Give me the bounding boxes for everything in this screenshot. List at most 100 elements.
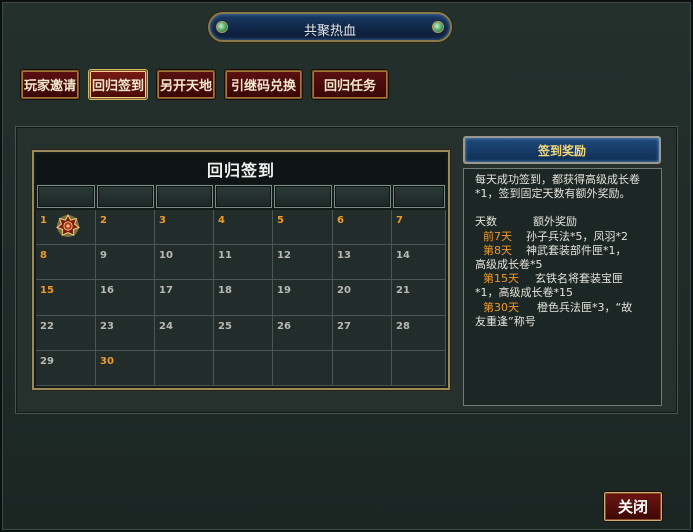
- reward-item: 橙色兵法匣*3，“故: [537, 300, 633, 314]
- calendar-day-number: 11: [218, 250, 232, 261]
- calendar-day-cell[interactable]: 21: [392, 280, 446, 316]
- calendar-weekday-header: [274, 185, 332, 208]
- calendar-day-cell[interactable]: 12: [273, 245, 333, 280]
- calendar-day-cell[interactable]: 7: [392, 210, 446, 245]
- calendar-empty-cell: [214, 351, 273, 386]
- calendar-day-number: 4: [218, 215, 225, 226]
- reward-day: 前7天: [483, 229, 512, 243]
- reward-item: 玄铁名将套装宝匣: [535, 272, 623, 286]
- calendar-day-number: 14: [396, 250, 410, 261]
- reward-day: 第8天: [483, 243, 512, 257]
- tab-return-signin[interactable]: 回归签到: [89, 70, 147, 99]
- reward-item: 神武套装部件匣*1，: [526, 243, 627, 257]
- reward-item: 高级成长卷*5: [475, 258, 543, 272]
- calendar-weekday-header: [156, 185, 213, 208]
- calendar-day-cell[interactable]: 16: [96, 280, 155, 316]
- calendar-day-number: 1: [40, 215, 47, 226]
- calendar-day-number: 24: [159, 321, 173, 332]
- calendar-day-cell[interactable]: 23: [96, 316, 155, 351]
- calendar-day-number: 8: [40, 250, 47, 261]
- calendar-empty-cell: [392, 351, 446, 386]
- reward-day: 第15天: [483, 272, 519, 286]
- calendar-day-cell[interactable]: 25: [214, 316, 273, 351]
- window-title: 共聚热血: [303, 24, 356, 39]
- reward-description: 每天成功签到，都获得高级成长卷*1，签到固定天数有额外奖励。 天数 额外奖励 前7…: [463, 168, 662, 406]
- calendar-day-number: 9: [100, 250, 107, 261]
- calendar-day-number: 15: [40, 285, 54, 296]
- gem-icon: [432, 21, 444, 33]
- calendar-day-number: 22: [40, 321, 54, 332]
- calendar-day-number: 2: [100, 215, 107, 226]
- calendar-weekday-header: [393, 185, 445, 208]
- calendar-day-number: 19: [277, 285, 291, 296]
- calendar-day-cell[interactable]: 19: [273, 280, 333, 316]
- calendar-day-cell[interactable]: 29: [36, 351, 96, 386]
- calendar-day-cell[interactable]: 27: [333, 316, 392, 351]
- calendar-day-number: 30: [100, 356, 114, 367]
- reward-day: 第30天: [483, 300, 519, 314]
- calendar-day-number: 17: [159, 285, 173, 296]
- calendar-day-cell[interactable]: 24: [155, 316, 214, 351]
- calendar-day-number: 29: [40, 356, 54, 367]
- calendar-day-number: 21: [396, 285, 410, 296]
- calendar-day-number: 26: [277, 321, 291, 332]
- calendar-day-cell[interactable]: 15: [36, 280, 96, 316]
- calendar-day-cell[interactable]: 8: [36, 245, 96, 280]
- reward-col-extra: 额外奖励: [533, 215, 577, 229]
- calendar-weekday-header: [215, 185, 272, 208]
- calendar-weekday-header: [334, 185, 391, 208]
- calendar-day-cell[interactable]: 5: [273, 210, 333, 245]
- calendar-day-number: 28: [396, 321, 410, 332]
- close-button[interactable]: 关闭: [604, 492, 662, 521]
- calendar-day-cell[interactable]: 9: [96, 245, 155, 280]
- calendar-day-number: 16: [100, 285, 114, 296]
- reward-item: 孙子兵法*5，凤羽*2: [526, 229, 628, 243]
- calendar-grid: 1 2 3 4 5 6 7 8 9 10 11 12 13 14 15 16 17 18 19 20 21 22 23 24 2…: [36, 210, 446, 386]
- calendar-day-number: 23: [100, 321, 114, 332]
- calendar-day-cell[interactable]: 2: [96, 210, 155, 245]
- reward-header: 签到奖励: [463, 136, 661, 164]
- calendar-day-cell[interactable]: 10: [155, 245, 214, 280]
- calendar-day-number: 10: [159, 250, 173, 261]
- calendar-day-cell[interactable]: 4: [214, 210, 273, 245]
- calendar-day-cell[interactable]: 30: [96, 351, 155, 386]
- calendar-weekday-headers: [36, 185, 446, 208]
- calendar-day-number: 13: [337, 250, 351, 261]
- tab-inherit-code-redeem[interactable]: 引继码兑换: [225, 70, 302, 99]
- reward-item: 友重逢”称号: [475, 314, 536, 328]
- calendar-day-cell[interactable]: 11: [214, 245, 273, 280]
- calendar-empty-cell: [333, 351, 392, 386]
- calendar-day-cell[interactable]: 13: [333, 245, 392, 280]
- calendar-day-cell[interactable]: 17: [155, 280, 214, 316]
- calendar-day-cell[interactable]: 26: [273, 316, 333, 351]
- calendar-day-number: 18: [218, 285, 232, 296]
- calendar-weekday-header: [37, 185, 95, 208]
- calendar-day-number: 5: [277, 215, 284, 226]
- reward-item: *1，高级成长卷*15: [475, 286, 573, 300]
- calendar-day-cell[interactable]: 18: [214, 280, 273, 316]
- calendar-day-number: 6: [337, 215, 344, 226]
- calendar-day-cell[interactable]: 14: [392, 245, 446, 280]
- calendar-day-cell[interactable]: 3: [155, 210, 214, 245]
- signed-stamp-icon: [56, 214, 80, 237]
- calendar-day-number: 3: [159, 215, 166, 226]
- calendar-day-cell[interactable]: 1: [36, 210, 96, 245]
- calendar-day-number: 20: [337, 285, 351, 296]
- reward-col-days: 天数: [475, 215, 497, 229]
- window-title-plaque: 共聚热血: [208, 12, 452, 42]
- calendar-day-number: 27: [337, 321, 351, 332]
- calendar-day-cell[interactable]: 20: [333, 280, 392, 316]
- calendar-title: 回归签到: [36, 154, 446, 184]
- calendar-day-number: 7: [396, 215, 403, 226]
- tab-player-invite[interactable]: 玩家邀请: [21, 70, 79, 99]
- calendar-day-cell[interactable]: 6: [333, 210, 392, 245]
- calendar-weekday-header: [97, 185, 154, 208]
- calendar-day-number: 25: [218, 321, 232, 332]
- tab-return-quests[interactable]: 回归任务: [312, 70, 388, 99]
- tab-new-world[interactable]: 另开天地: [157, 70, 215, 99]
- signin-calendar: 回归签到 1 2 3 4 5 6 7 8 9 10 11 12 13 14 15 16 17 18 19 20 21 22…: [32, 150, 450, 390]
- calendar-day-cell[interactable]: 28: [392, 316, 446, 351]
- calendar-empty-cell: [273, 351, 333, 386]
- reward-intro: 每天成功签到，都获得高级成长卷*1，签到固定天数有额外奖励。: [475, 173, 640, 201]
- calendar-day-cell[interactable]: 22: [36, 316, 96, 351]
